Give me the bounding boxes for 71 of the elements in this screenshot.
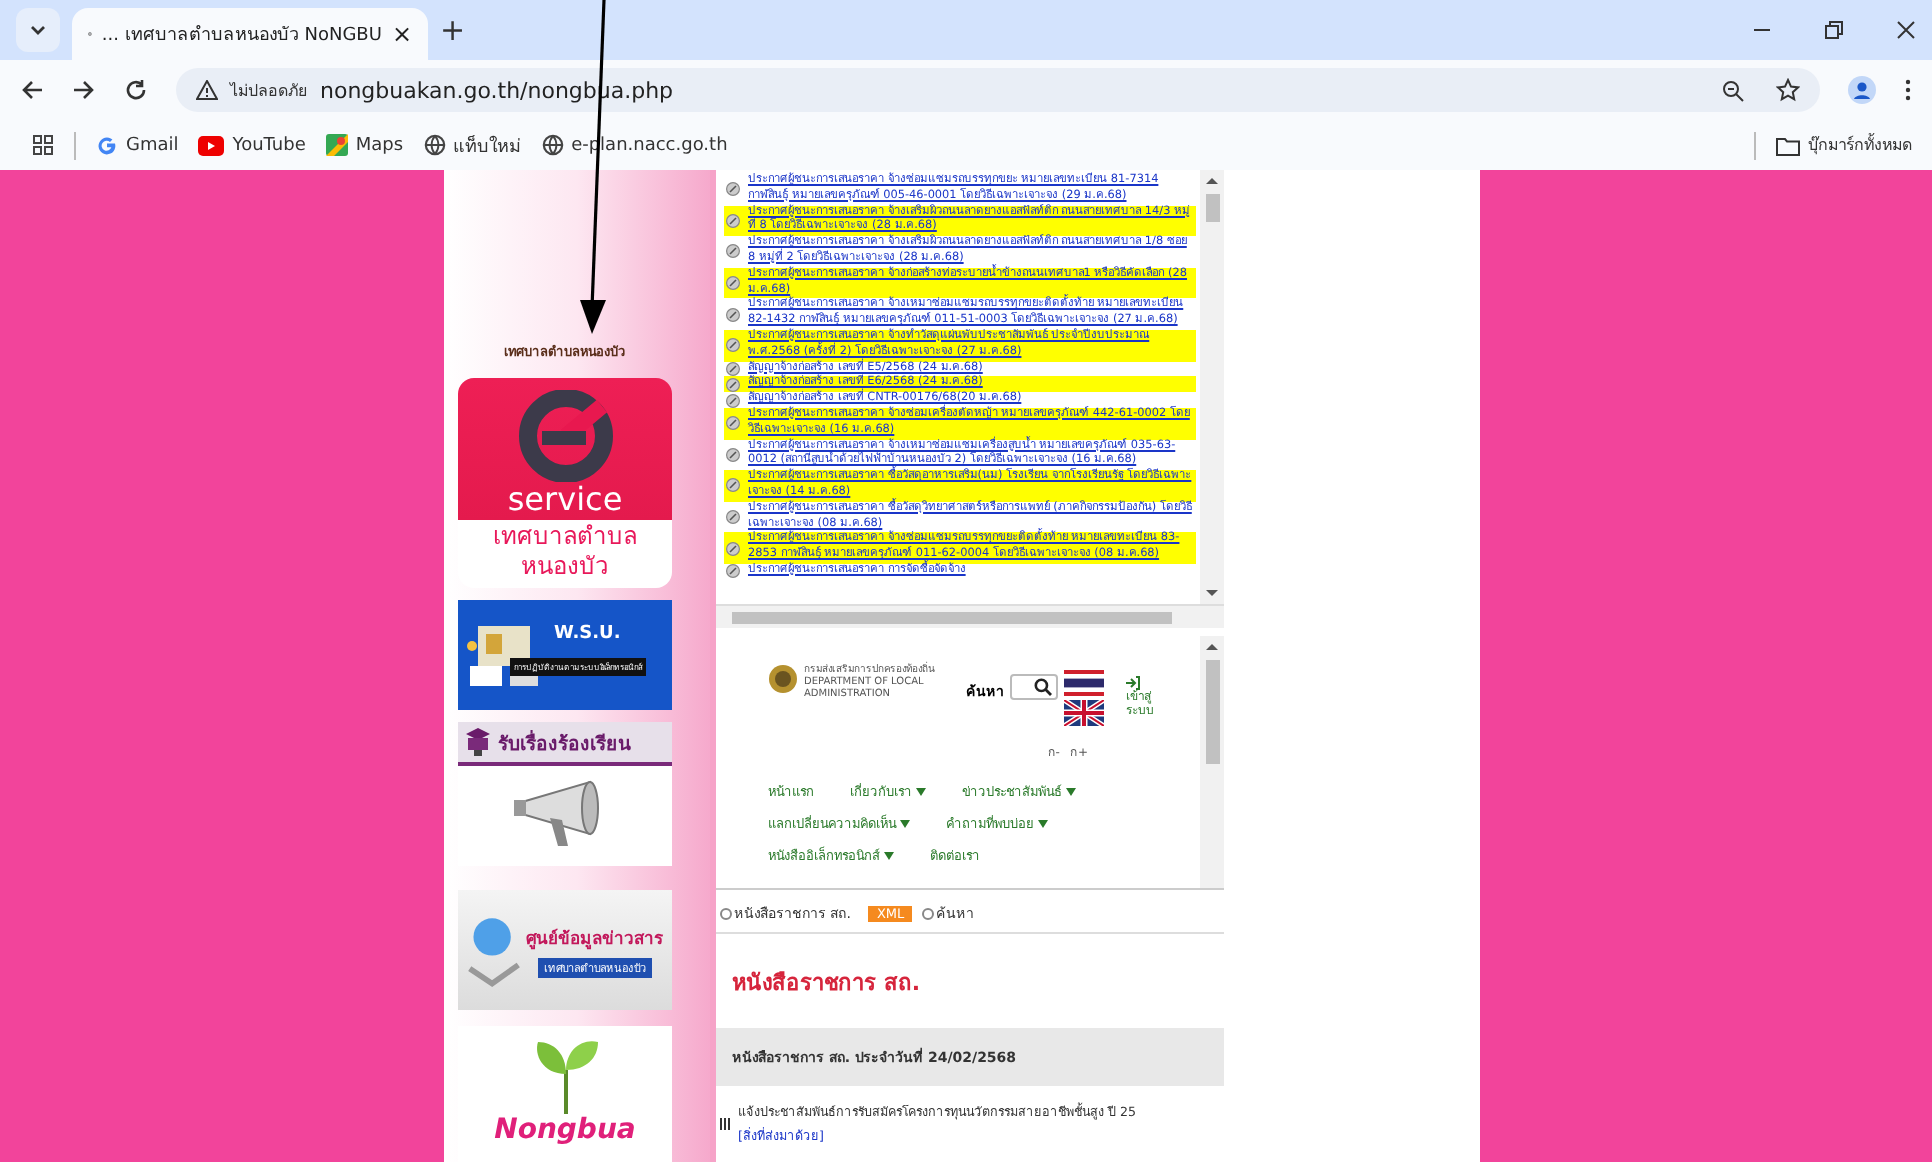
document-icon — [726, 244, 740, 259]
horizontal-scrollbar[interactable] — [716, 606, 1224, 629]
emblem-icon — [768, 664, 798, 695]
back-icon[interactable] — [20, 78, 44, 102]
caret-icon — [900, 820, 910, 829]
document-icon — [726, 213, 740, 228]
star-icon[interactable] — [1776, 78, 1800, 102]
bookmark-link[interactable]: Gmail — [96, 134, 179, 156]
apps-icon[interactable] — [32, 134, 54, 156]
document-icon — [726, 307, 740, 322]
tab-title: ... เทศบาลตำบลหนองบัว NoNGBU — [101, 23, 382, 48]
e-logo-icon — [513, 390, 617, 482]
bookmark-link[interactable]: Maps — [325, 134, 404, 156]
document-icon — [726, 182, 740, 197]
eservice-banner[interactable]: service เทศบาลตำบล หนองบัว — [458, 378, 672, 588]
scroll-thumb[interactable] — [1205, 660, 1219, 765]
complaint-title: รับเรื่องร้องเรียน — [498, 728, 630, 757]
section-heading: หนังสือราชการ สถ. — [730, 968, 923, 1000]
caret-icon — [1066, 788, 1076, 797]
document-icon — [726, 416, 740, 431]
ballot-box-icon — [462, 726, 494, 758]
wsu-title: W.S.U. — [554, 624, 621, 644]
bookmark-link[interactable]: แท็บใหม่ — [423, 131, 522, 159]
browser-tab[interactable]: ... เทศบาลตำบลหนองบัว NoNGBU × — [72, 8, 428, 60]
complaint-banner[interactable]: รับเรื่องร้องเรียน — [458, 722, 672, 866]
scroll-thumb[interactable] — [732, 611, 1172, 624]
plant-banner[interactable]: Nongbua — [458, 1026, 672, 1162]
scrollbar[interactable] — [1200, 170, 1224, 605]
caret-icon — [1038, 820, 1048, 829]
reload-icon[interactable] — [124, 78, 148, 102]
map-icon — [325, 134, 348, 156]
login-icon — [1126, 676, 1140, 691]
document-icon — [726, 276, 740, 291]
nongbua-logo-text: Nongbua — [494, 1114, 636, 1146]
document-icon — [726, 478, 740, 493]
warning-icon — [196, 80, 218, 100]
bookmark-link[interactable]: YouTube — [198, 135, 306, 155]
document-icon — [726, 447, 740, 462]
all-bookmarks-link[interactable]: บุ๊กมาร์กทั้งหมด — [1776, 132, 1912, 158]
search-field[interactable] — [1010, 674, 1058, 701]
search-icon — [1034, 678, 1052, 697]
scroll-thumb[interactable] — [1205, 194, 1219, 222]
document-icon — [726, 564, 740, 579]
menu-icon[interactable] — [1904, 78, 1912, 102]
tab-search-icon[interactable] — [16, 8, 60, 52]
profile-icon[interactable] — [1848, 76, 1876, 104]
caret-icon — [884, 852, 894, 861]
close-tab-button[interactable]: × — [391, 20, 412, 48]
close-icon[interactable] — [1896, 20, 1916, 40]
folder-icon — [1776, 135, 1800, 155]
forward-icon[interactable] — [72, 78, 96, 102]
bars-icon — [720, 1118, 730, 1130]
restore-icon[interactable] — [1824, 20, 1844, 40]
document-icon — [726, 541, 740, 556]
municipality-label: เทศบาลตำบล หนองบัว — [493, 522, 637, 582]
zoom-icon[interactable] — [1722, 79, 1744, 101]
scroll-up-icon[interactable] — [1206, 642, 1218, 653]
scroll-down-icon[interactable] — [1206, 588, 1218, 599]
info-center-title: ศูนย์ข้อมูลข่าวสาร — [526, 926, 664, 951]
uk-flag-icon[interactable] — [1064, 700, 1104, 727]
g-logo-icon — [96, 134, 118, 156]
thai-flag-icon[interactable] — [1064, 670, 1104, 697]
document-icon — [726, 510, 740, 525]
security-label: ไม่ปลอดภัย — [230, 79, 308, 103]
document-icon — [726, 338, 740, 353]
service-label: service — [507, 482, 623, 518]
new-tab-button[interactable]: + — [440, 12, 466, 48]
caret-icon — [916, 788, 926, 797]
scroll-up-icon[interactable] — [1206, 176, 1218, 186]
scrollbar[interactable] — [1200, 636, 1224, 888]
play-icon — [198, 135, 225, 155]
